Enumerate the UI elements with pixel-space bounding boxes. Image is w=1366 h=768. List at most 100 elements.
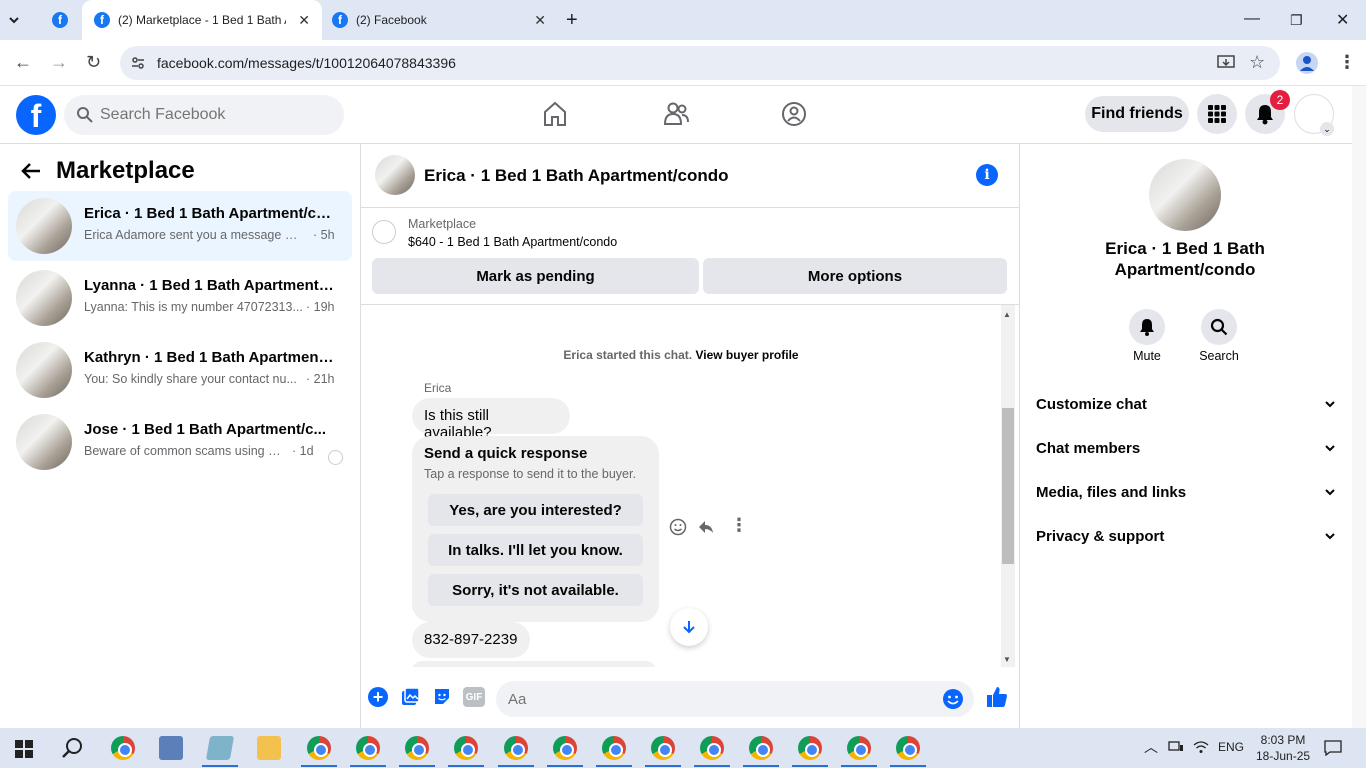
privacy-support-section[interactable]: Privacy & support: [1036, 528, 1336, 545]
message-box[interactable]: [496, 681, 974, 717]
reply-icon[interactable]: [697, 518, 715, 536]
tab-marketplace[interactable]: f (2) Marketplace - 1 Bed 1 Bath A ✕: [82, 0, 322, 40]
new-tab-button[interactable]: +: [566, 0, 586, 40]
window-close-icon[interactable]: ✕: [1336, 10, 1349, 30]
like-thumbs-up-icon[interactable]: [985, 685, 1009, 709]
tab-facebook[interactable]: f (2) Facebook ✕: [322, 0, 558, 40]
chrome-window-icon[interactable]: [356, 736, 380, 760]
groups-icon[interactable]: [780, 100, 808, 128]
scroll-down-icon[interactable]: ▼: [1003, 655, 1011, 664]
find-friends-button[interactable]: Find friends: [1085, 96, 1189, 132]
notification-center-icon[interactable]: [1324, 740, 1342, 756]
message-bubble[interactable]: 832-897-2239: [412, 622, 530, 658]
windows-start-icon[interactable]: [15, 740, 33, 758]
conversation-item[interactable]: Jose · 1 Bed 1 Bath Apartment/c... Bewar…: [8, 407, 352, 477]
message-input[interactable]: [508, 681, 928, 717]
pinned-facebook-tab[interactable]: f: [42, 0, 78, 40]
search-bar[interactable]: [64, 95, 344, 135]
quick-response-option[interactable]: Sorry, it's not available.: [428, 574, 643, 606]
url-field[interactable]: facebook.com/messages/t/1001206407884339…: [120, 46, 1280, 80]
plus-icon[interactable]: +: [368, 687, 388, 707]
conversation-item[interactable]: Kathryn · 1 Bed 1 Bath Apartment/... You…: [8, 335, 352, 405]
chrome-window-icon[interactable]: [405, 736, 429, 760]
system-clock[interactable]: 8:03 PM 18-Jun-25: [1256, 732, 1310, 764]
close-tab-icon[interactable]: ✕: [298, 12, 310, 29]
chrome-window-icon[interactable]: [749, 736, 773, 760]
profile-icon[interactable]: [1296, 52, 1318, 74]
listing-select-icon[interactable]: [372, 220, 396, 244]
facebook-favicon-icon: f: [52, 12, 68, 28]
chevron-down-icon: [1325, 489, 1335, 496]
chrome-window-icon[interactable]: [454, 736, 478, 760]
chrome-window-icon[interactable]: [553, 736, 577, 760]
sticker-icon[interactable]: [432, 687, 452, 707]
chrome-window-icon[interactable]: [798, 736, 822, 760]
taskbar-search-icon[interactable]: [61, 737, 83, 759]
browser-menu-icon[interactable]: ⋮: [1338, 52, 1356, 73]
chrome-window-icon[interactable]: [847, 736, 871, 760]
gif-icon[interactable]: GIF: [463, 687, 485, 707]
forward-arrow-icon[interactable]: →: [50, 52, 68, 73]
home-icon[interactable]: [542, 100, 568, 128]
more-options-button[interactable]: More options: [703, 258, 1007, 294]
react-emoji-icon[interactable]: [669, 518, 687, 536]
chrome-icon[interactable]: [111, 736, 135, 760]
search-in-conversation-button[interactable]: [1201, 309, 1237, 345]
info-icon[interactable]: i: [976, 164, 998, 186]
mute-button[interactable]: [1129, 309, 1165, 345]
mark-as-pending-button[interactable]: Mark as pending: [372, 258, 699, 294]
site-settings-icon[interactable]: [130, 55, 146, 71]
bookmark-star-icon[interactable]: ☆: [1249, 52, 1265, 73]
emoji-icon[interactable]: [942, 688, 964, 710]
menu-grid-button[interactable]: [1197, 94, 1237, 134]
section-label: Customize chat: [1036, 396, 1147, 413]
message-thread[interactable]: Erica started this chat. View buyer prof…: [361, 305, 1020, 667]
back-arrow-icon[interactable]: [20, 160, 42, 182]
minimize-icon[interactable]: —: [1244, 10, 1260, 28]
listing-price-title[interactable]: $640 - 1 Bed 1 Bath Apartment/condo: [408, 235, 617, 249]
close-tab-icon[interactable]: ✕: [534, 12, 546, 29]
scroll-up-icon[interactable]: ▲: [1003, 310, 1011, 319]
search-input[interactable]: [100, 95, 330, 135]
page-scrollbar[interactable]: [1352, 86, 1366, 728]
chat-scrollbar-thumb[interactable]: [1002, 408, 1014, 564]
view-buyer-profile-link[interactable]: View buyer profile: [695, 348, 798, 362]
reload-icon[interactable]: ↻: [86, 52, 101, 73]
file-explorer-icon[interactable]: [257, 736, 281, 760]
tab-search-button[interactable]: [8, 0, 32, 40]
friends-icon[interactable]: [662, 100, 690, 128]
quick-response-option[interactable]: Yes, are you interested?: [428, 494, 643, 526]
wifi-icon[interactable]: [1193, 740, 1209, 754]
customize-chat-section[interactable]: Customize chat: [1036, 396, 1336, 413]
chat-title[interactable]: Erica · 1 Bed 1 Bath Apartment/condo: [424, 166, 728, 186]
chrome-window-icon[interactable]: [307, 736, 331, 760]
scroll-to-bottom-button[interactable]: [670, 608, 708, 646]
restore-icon[interactable]: ❐: [1290, 12, 1303, 29]
computer-app-icon[interactable]: [159, 736, 183, 760]
message-bubble[interactable]: [412, 661, 656, 667]
listing-thumbnail: [16, 342, 72, 398]
notes-app-icon[interactable]: [205, 736, 235, 760]
conversation-item[interactable]: Lyanna · 1 Bed 1 Bath Apartment/c... Lya…: [8, 263, 352, 333]
chrome-window-icon[interactable]: [504, 736, 528, 760]
chrome-window-icon[interactable]: [651, 736, 675, 760]
media-files-links-section[interactable]: Media, files and links: [1036, 484, 1336, 501]
listing-image[interactable]: [1149, 159, 1221, 231]
conversation-item[interactable]: Erica · 1 Bed 1 Bath Apartment/con... Er…: [8, 191, 352, 261]
photo-icon[interactable]: [400, 687, 420, 707]
chat-members-section[interactable]: Chat members: [1036, 440, 1336, 457]
language-indicator[interactable]: ENG: [1218, 740, 1244, 754]
account-dropdown-icon[interactable]: ⌄: [1320, 122, 1334, 136]
chrome-window-icon[interactable]: [602, 736, 626, 760]
more-actions-icon[interactable]: ⋮: [730, 515, 748, 536]
back-arrow-icon[interactable]: ←: [14, 52, 32, 73]
facebook-logo[interactable]: f: [16, 95, 56, 135]
message-bubble[interactable]: Is this still available?: [412, 398, 570, 441]
chrome-window-icon[interactable]: [700, 736, 724, 760]
install-app-icon[interactable]: [1217, 55, 1235, 71]
chrome-window-icon[interactable]: [896, 736, 920, 760]
quick-response-option[interactable]: In talks. I'll let you know.: [428, 534, 643, 566]
show-hidden-icons-chevron-icon[interactable]: ︿: [1144, 737, 1158, 757]
network-icon[interactable]: [1168, 740, 1184, 754]
listing-thumbnail[interactable]: [375, 155, 415, 195]
